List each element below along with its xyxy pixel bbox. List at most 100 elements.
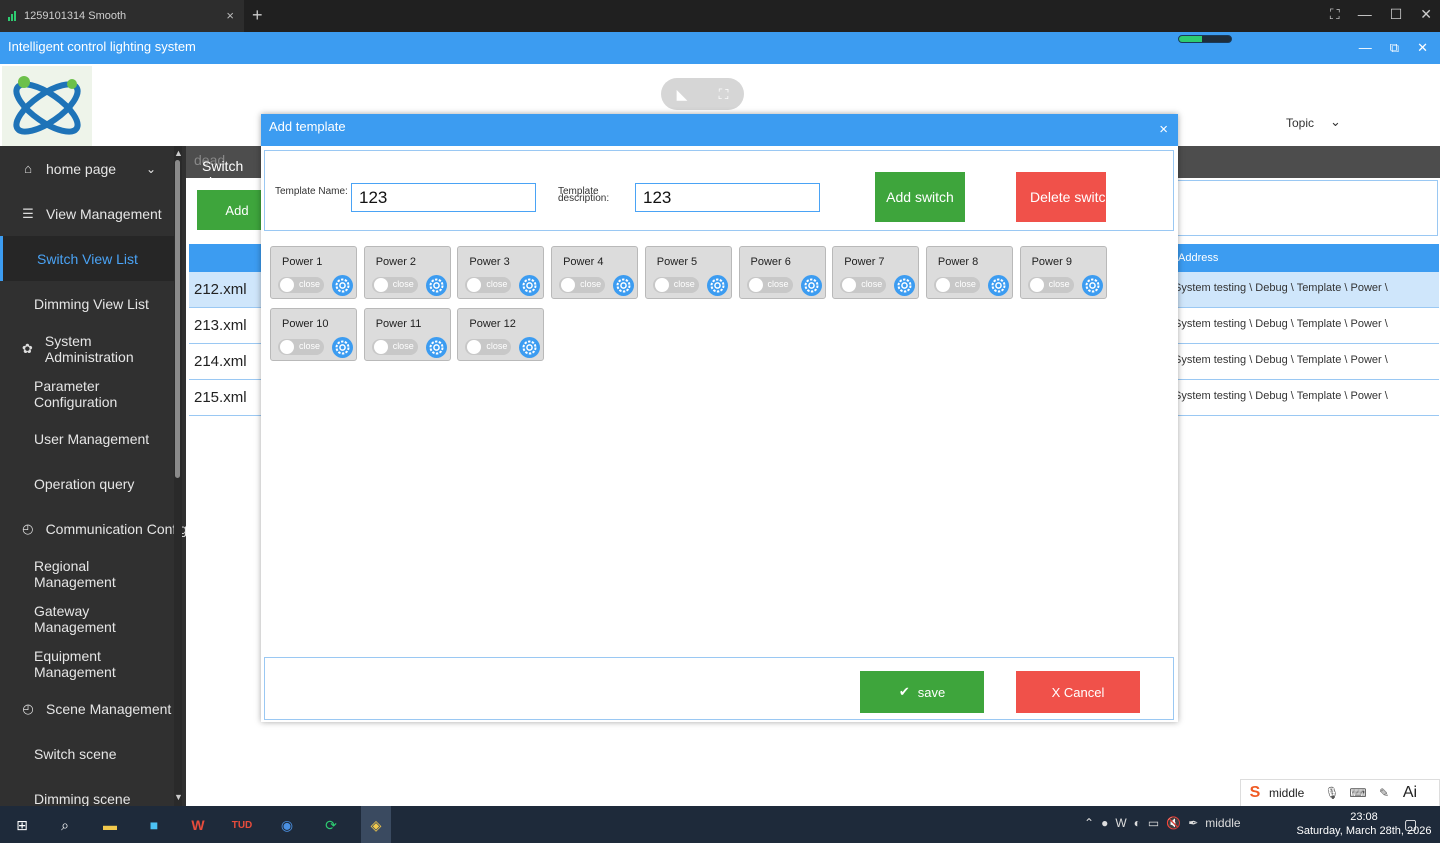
collapse-icon[interactable]: ◣ (677, 86, 688, 103)
switch-card[interactable]: Power 4 close (551, 246, 639, 299)
expand-icon[interactable]: ⛶ (719, 86, 729, 103)
wps-icon[interactable]: W (186, 813, 210, 837)
switch-card[interactable]: Power 12 close (457, 308, 545, 361)
new-tab-button[interactable]: + (252, 5, 263, 26)
switch-toggle[interactable]: close (465, 277, 512, 293)
gear-icon[interactable] (425, 337, 447, 358)
gear-icon[interactable] (613, 275, 635, 296)
volume-muted-icon[interactable]: 🔇 (1166, 816, 1181, 830)
sidebar-item-parameter-configuration[interactable]: Parameter Configuration (0, 371, 174, 416)
notification-icon[interactable]: ▢ (1404, 816, 1417, 833)
wps-tray-icon[interactable]: W (1115, 816, 1126, 830)
gear-icon[interactable] (800, 275, 822, 296)
switch-toggle[interactable]: close (840, 277, 887, 293)
scrollbar-thumb[interactable] (175, 160, 180, 478)
keyboard-icon[interactable]: ⌨ (1345, 786, 1371, 800)
tray-expand-icon[interactable]: ⌃ (1084, 816, 1094, 830)
sidebar-item-system-administration[interactable]: ✿ System Administration (0, 326, 174, 371)
cancel-button[interactable]: X Cancel (1016, 671, 1140, 713)
gear-icon[interactable] (706, 275, 728, 296)
pen-icon[interactable]: ✒ (1188, 816, 1198, 830)
file-explorer-icon[interactable]: ▬ (98, 813, 122, 837)
gear-icon[interactable] (425, 275, 447, 296)
search-icon[interactable]: ⌕ (53, 813, 77, 837)
switch-card[interactable]: Power 11 close (363, 308, 451, 361)
sidebar-item-gateway-management[interactable]: Gateway Management (0, 596, 174, 641)
tab-close-icon[interactable]: × (226, 8, 234, 23)
add-switch-button[interactable]: Add switch (875, 172, 965, 222)
gear-icon[interactable] (1081, 275, 1103, 296)
sidebar-item-home[interactable]: ⌂ home page ⌄ (0, 146, 174, 191)
scroll-down-icon[interactable]: ▼ (174, 792, 183, 802)
switch-card[interactable]: Power 8 close (925, 246, 1013, 299)
restore-icon[interactable]: ⧉ (1390, 40, 1399, 56)
sidebar-item-view-management[interactable]: ☰ View Management (0, 191, 174, 236)
skin-icon[interactable]: ✎ (1371, 786, 1397, 800)
topic-selector[interactable]: Topic (1286, 116, 1314, 130)
sidebar-item-switch-view-list[interactable]: Switch View List (0, 236, 174, 281)
sogou-icon[interactable]: S (1241, 784, 1269, 802)
scroll-up-icon[interactable]: ▲ (174, 148, 183, 158)
tray-app-icon-2[interactable]: ◐ (1134, 816, 1141, 830)
switch-card[interactable]: Power 10 close (270, 308, 357, 361)
sidebar-item-scene-management[interactable]: ◴ Scene Management (0, 686, 174, 731)
gear-icon[interactable] (987, 275, 1009, 296)
sidebar-item-regional-management[interactable]: Regional Management (0, 551, 174, 596)
save-button[interactable]: ✔ save (860, 671, 984, 713)
switch-toggle[interactable]: close (746, 277, 793, 293)
switch-card[interactable]: Power 3 close (457, 246, 545, 299)
tray-app-icon[interactable]: ● (1101, 816, 1108, 830)
refresh-app-icon[interactable]: ⟳ (319, 813, 343, 837)
sidebar-item-operation-query[interactable]: Operation query (0, 461, 174, 506)
dialog-close-icon[interactable]: × (1159, 121, 1168, 138)
switch-toggle[interactable]: close (278, 339, 324, 355)
sidebar-item-user-management[interactable]: User Management (0, 416, 174, 461)
maximize-icon[interactable]: ☐ (1390, 6, 1403, 23)
gear-icon[interactable] (332, 275, 353, 296)
chevron-down-icon[interactable]: ⌄ (1330, 114, 1341, 130)
sidebar-item-switch-scene[interactable]: Switch scene (0, 731, 174, 776)
sidebar-item-dimming-view-list[interactable]: Dimming View List (0, 281, 174, 326)
switch-card[interactable]: Power 7 close (832, 246, 920, 299)
ime-mode[interactable]: middle (1269, 786, 1319, 800)
tud-app-icon[interactable]: TUD (230, 813, 254, 837)
switch-toggle[interactable]: close (371, 339, 418, 355)
switch-toggle[interactable]: close (465, 339, 512, 355)
windows-start-icon[interactable]: ⊞ (10, 813, 34, 837)
switch-card[interactable]: Power 6 close (738, 246, 826, 299)
app-store-icon[interactable]: ■ (142, 813, 166, 837)
sidebar-item-communication-configuration[interactable]: ◴ Communication Configuration (0, 506, 186, 551)
sidebar-item-dimming-scene[interactable]: Dimming scene (0, 776, 174, 807)
network-icon[interactable]: ▭ (1148, 816, 1159, 830)
template-description-input[interactable] (635, 183, 820, 212)
delete-switch-button[interactable]: Delete switch (1016, 172, 1106, 222)
switch-toggle[interactable]: close (559, 277, 606, 293)
fullscreen-icon[interactable]: ⛶ (1330, 6, 1340, 23)
switch-card[interactable]: Power 1 close (270, 246, 357, 299)
switch-toggle[interactable]: close (371, 277, 418, 293)
switch-card[interactable]: Power 5 close (644, 246, 732, 299)
switch-card[interactable]: Power 2 close (363, 246, 451, 299)
gear-icon[interactable] (894, 275, 916, 296)
remote-session-tab[interactable]: 1259101314 Smooth × (0, 0, 244, 32)
switch-toggle[interactable]: close (933, 277, 980, 293)
ime-tray-label[interactable]: middle (1205, 816, 1240, 830)
minimize-icon[interactable]: — (1359, 40, 1372, 56)
lighting-app-icon[interactable]: ◈ (364, 813, 388, 837)
sidebar-item-equipment-management[interactable]: Equipment Management (0, 641, 174, 686)
gear-icon[interactable] (519, 337, 541, 358)
close-icon[interactable]: ✕ (1417, 40, 1428, 56)
switch-card[interactable]: Power 9 close (1019, 246, 1107, 299)
switch-toggle[interactable]: close (278, 277, 324, 293)
sidebar-scrollbar[interactable] (174, 146, 182, 806)
close-icon[interactable]: ✕ (1420, 6, 1432, 23)
gear-icon[interactable] (332, 337, 353, 358)
microphone-icon[interactable]: 🎙 (1319, 786, 1345, 800)
minimize-icon[interactable]: — (1358, 6, 1372, 23)
ai-button[interactable]: Ai (1397, 784, 1423, 802)
template-name-input[interactable] (351, 183, 536, 212)
gear-icon[interactable] (519, 275, 541, 296)
browser-icon[interactable]: ◉ (275, 813, 299, 837)
switch-toggle[interactable]: close (1027, 277, 1074, 293)
switch-toggle[interactable]: close (652, 277, 699, 293)
